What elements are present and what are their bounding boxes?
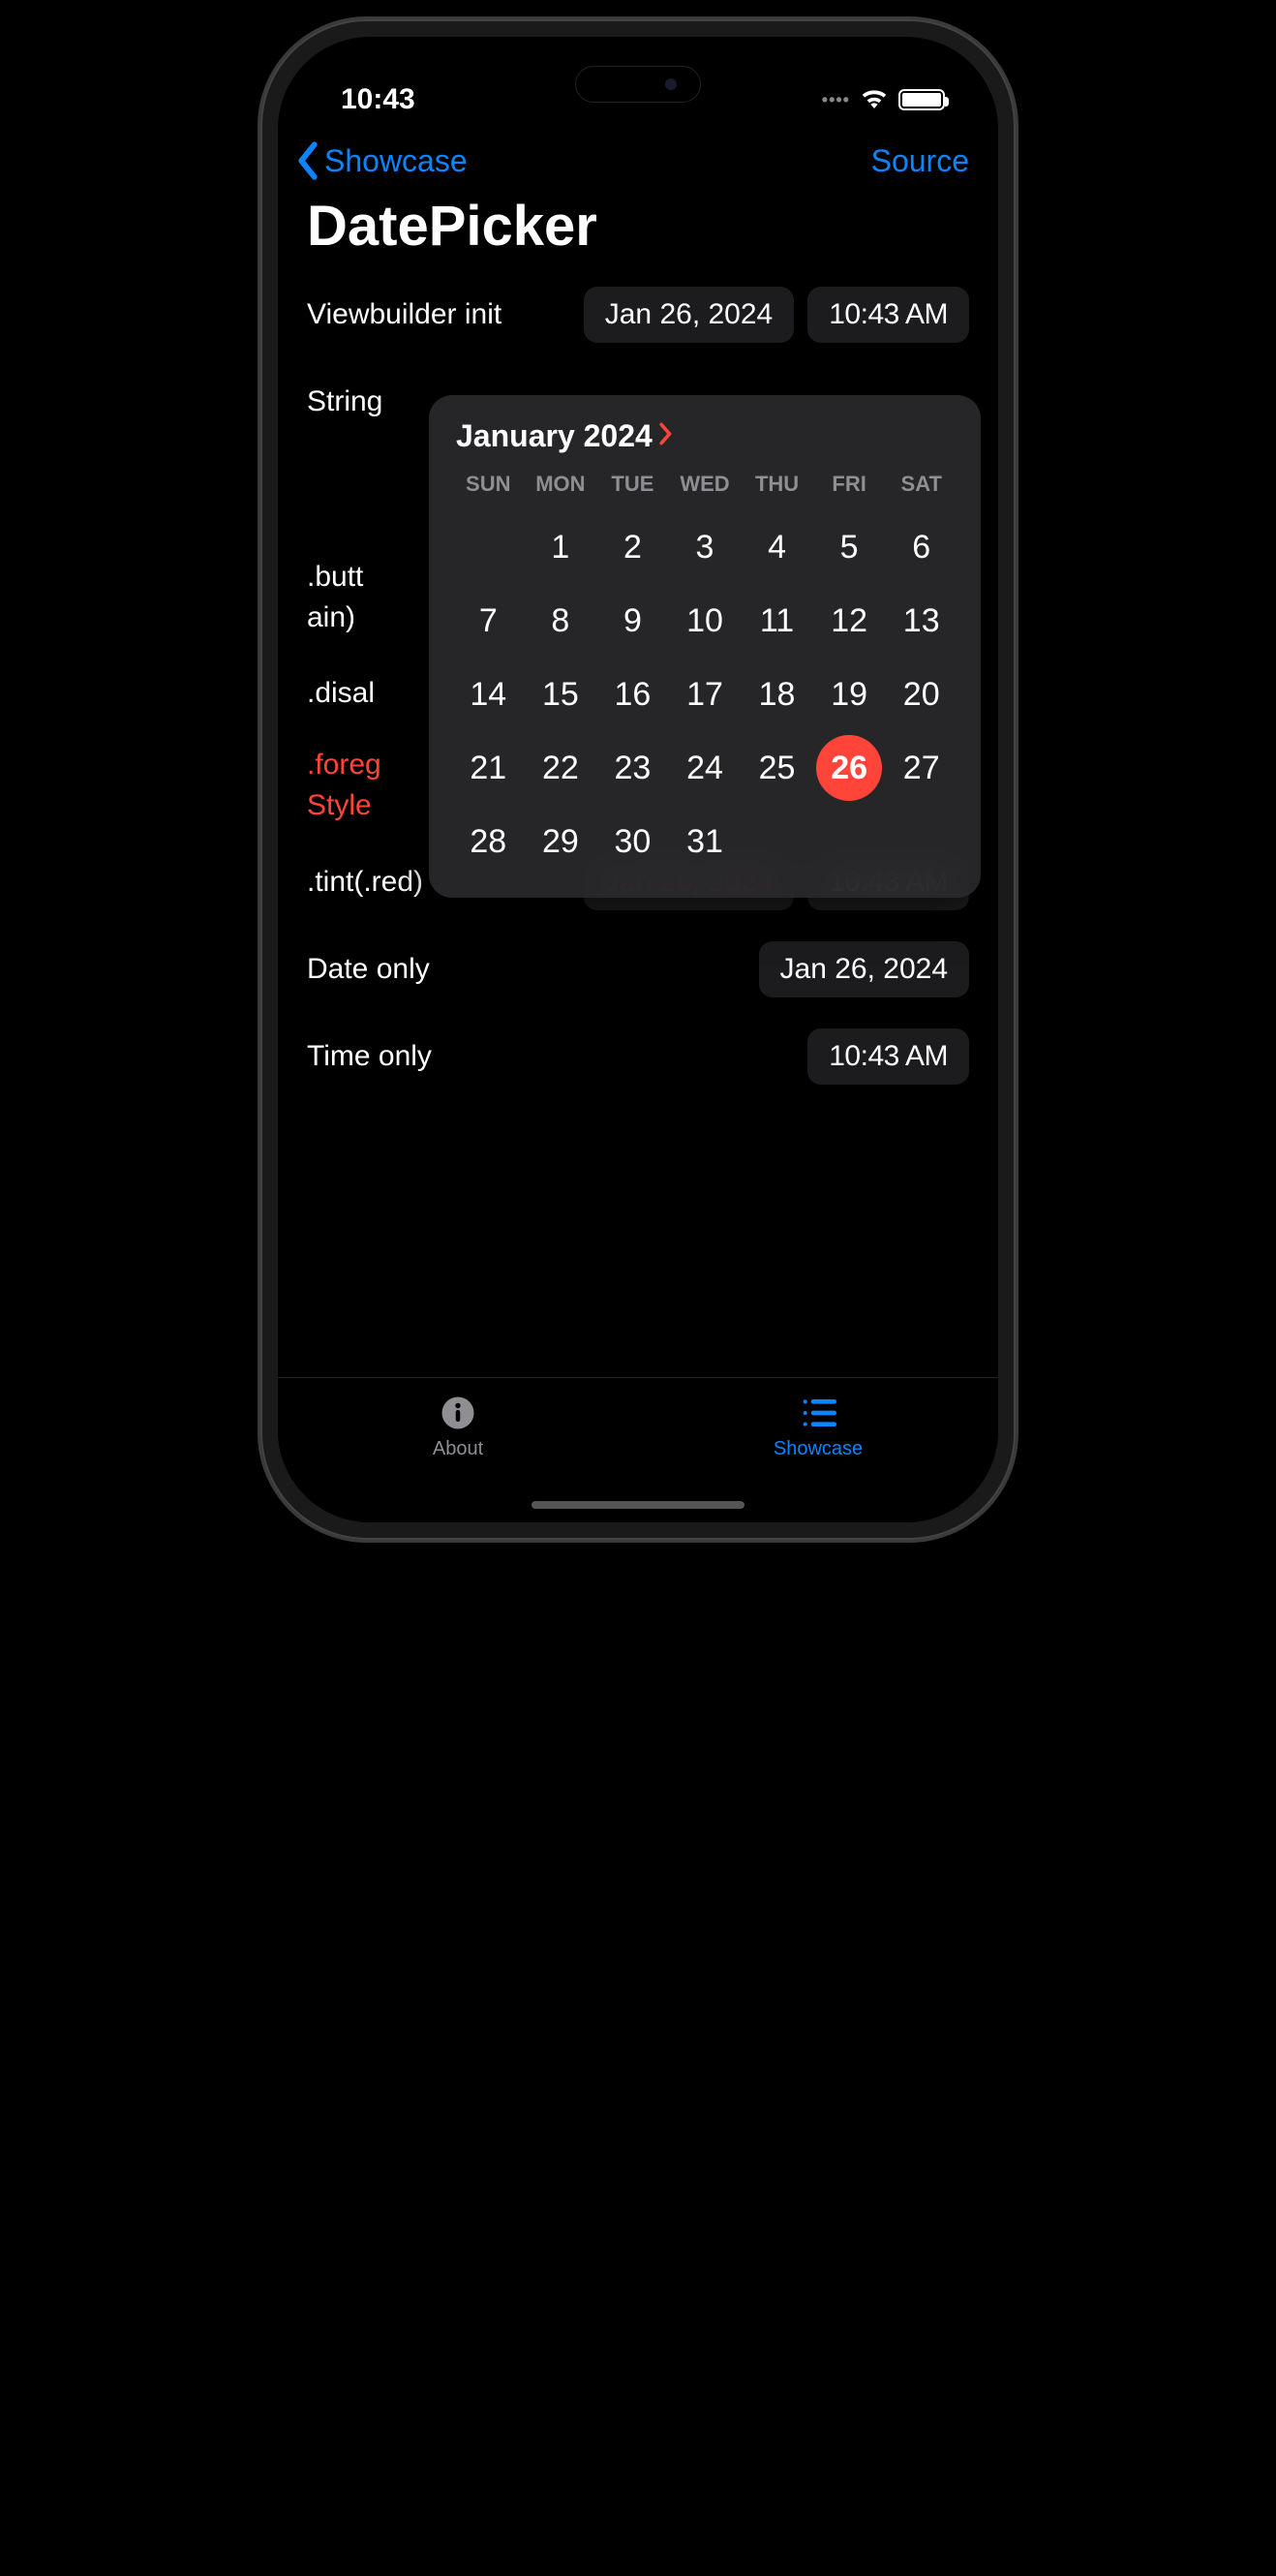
- status-time: 10:43: [341, 83, 415, 116]
- row-viewbuilder: Viewbuilder init Jan 26, 2024 10:43 AM: [307, 286, 969, 344]
- weekday-label: WED: [669, 472, 742, 497]
- calendar-day[interactable]: 24: [669, 731, 742, 805]
- weekday-label: THU: [741, 472, 813, 497]
- calendar-day[interactable]: 13: [885, 584, 957, 658]
- tab-about-label: About: [433, 1438, 483, 1460]
- calendar-day[interactable]: 8: [525, 584, 597, 658]
- weekday-label: MON: [525, 472, 597, 497]
- row-date-only: Date only Jan 26, 2024: [307, 940, 969, 998]
- calendar-day[interactable]: 9: [596, 584, 669, 658]
- calendar-day[interactable]: 16: [596, 658, 669, 731]
- row-viewbuilder-label: Viewbuilder init: [307, 298, 584, 331]
- calendar-day[interactable]: 1: [525, 510, 597, 584]
- calendar-day[interactable]: 2: [596, 510, 669, 584]
- calendar-day[interactable]: 19: [813, 658, 886, 731]
- calendar-day[interactable]: 18: [741, 658, 813, 731]
- calendar-day[interactable]: 21: [452, 731, 525, 805]
- date-only-button[interactable]: Jan 26, 2024: [759, 941, 969, 997]
- row-time-only: Time only 10:43 AM: [307, 1027, 969, 1086]
- calendar-day[interactable]: 20: [885, 658, 957, 731]
- month-year-label: January 2024: [456, 418, 653, 454]
- battery-icon: [898, 89, 945, 110]
- calendar-day[interactable]: 4: [741, 510, 813, 584]
- weekday-label: TUE: [596, 472, 669, 497]
- calendar-grid: 1234567891011121314151617181920212223242…: [448, 510, 961, 878]
- calendar-day[interactable]: 26: [813, 731, 886, 805]
- status-right: ••••: [822, 83, 945, 116]
- row-disabled-label: .disal: [307, 677, 375, 709]
- month-year-button[interactable]: January 2024: [456, 418, 674, 454]
- calendar-day[interactable]: 23: [596, 731, 669, 805]
- nav-bar: Showcase Source: [278, 124, 998, 190]
- back-button[interactable]: Showcase: [295, 141, 468, 180]
- row-time-only-label: Time only: [307, 1040, 807, 1073]
- calendar-day[interactable]: 30: [596, 805, 669, 878]
- calendar-header: January 2024: [448, 418, 961, 454]
- device-frame: 10:43 •••• Showcase Source DatePicker Vi…: [260, 19, 1016, 1540]
- page-title: DatePicker: [278, 190, 998, 286]
- calendar-day[interactable]: 14: [452, 658, 525, 731]
- calendar-day[interactable]: 6: [885, 510, 957, 584]
- weekday-label: SUN: [452, 472, 525, 497]
- calendar-day[interactable]: 29: [525, 805, 597, 878]
- calendar-day[interactable]: 27: [885, 731, 957, 805]
- viewbuilder-date-button[interactable]: Jan 26, 2024: [584, 287, 794, 343]
- tab-showcase-label: Showcase: [774, 1438, 863, 1460]
- calendar-popover: January 2024 SUNMONTUEWEDTHUFRISAT 12345…: [429, 395, 981, 898]
- cellular-dots-icon: ••••: [822, 90, 850, 110]
- calendar-day[interactable]: 28: [452, 805, 525, 878]
- dynamic-island: [575, 66, 701, 103]
- home-indicator[interactable]: [532, 1501, 744, 1509]
- time-only-button[interactable]: 10:43 AM: [807, 1028, 969, 1085]
- weekday-label: SAT: [885, 472, 957, 497]
- calendar-day[interactable]: 10: [669, 584, 742, 658]
- calendar-day[interactable]: 5: [813, 510, 886, 584]
- chevron-right-icon: [658, 421, 674, 452]
- wifi-icon: [860, 83, 889, 116]
- calendar-day[interactable]: 25: [741, 731, 813, 805]
- calendar-day[interactable]: 15: [525, 658, 597, 731]
- chevron-left-icon: [295, 141, 320, 180]
- calendar-day[interactable]: 17: [669, 658, 742, 731]
- source-button[interactable]: Source: [871, 143, 969, 179]
- calendar-day[interactable]: 12: [813, 584, 886, 658]
- back-label: Showcase: [324, 143, 468, 179]
- calendar-nav: [913, 428, 954, 445]
- calendar-weekdays: SUNMONTUEWEDTHUFRISAT: [448, 472, 961, 497]
- list-icon: [799, 1394, 837, 1432]
- calendar-day[interactable]: 11: [741, 584, 813, 658]
- calendar-day[interactable]: 31: [669, 805, 742, 878]
- info-icon: [439, 1394, 477, 1432]
- row-date-only-label: Date only: [307, 953, 759, 986]
- viewbuilder-time-button[interactable]: 10:43 AM: [807, 287, 969, 343]
- weekday-label: FRI: [813, 472, 886, 497]
- calendar-day[interactable]: 3: [669, 510, 742, 584]
- calendar-day[interactable]: 7: [452, 584, 525, 658]
- screen: 10:43 •••• Showcase Source DatePicker Vi…: [278, 37, 998, 1522]
- calendar-day[interactable]: 22: [525, 731, 597, 805]
